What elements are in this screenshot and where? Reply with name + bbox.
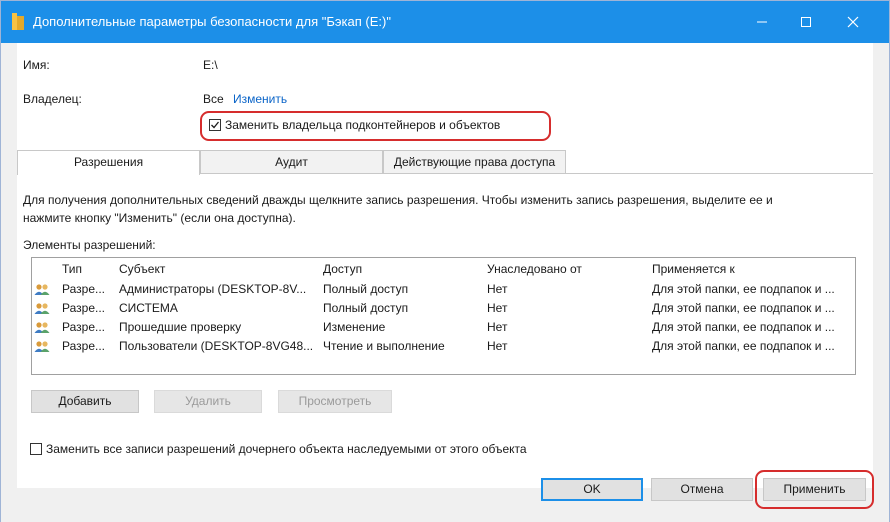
description-line-1: Для получения дополнительных сведений дв… (23, 193, 773, 207)
permission-entries-list[interactable]: Тип Субъект Доступ Унаследовано от Приме… (31, 257, 856, 375)
name-label: Имя: (23, 58, 50, 72)
change-owner-link[interactable]: Изменить (233, 92, 287, 106)
owner-value: Все (203, 92, 224, 106)
entries-label: Элементы разрешений: (23, 238, 156, 252)
close-icon (847, 16, 859, 28)
column-header-inherited[interactable]: Унаследовано от (487, 262, 582, 276)
cell-subject: СИСТЕМА (119, 301, 178, 315)
cell-inherited: Нет (487, 320, 508, 334)
cell-inherited: Нет (487, 282, 508, 296)
users-icon (34, 284, 50, 295)
tab-permissions[interactable]: Разрешения (17, 150, 200, 175)
cell-applies-to: Для этой папки, ее подпапок и ... (652, 339, 835, 353)
cell-access: Чтение и выполнение (323, 339, 445, 353)
name-value: E:\ (203, 58, 218, 72)
replace-owner-checkbox[interactable] (209, 119, 221, 131)
tab-audit[interactable]: Аудит (200, 150, 383, 174)
cell-inherited: Нет (487, 339, 508, 353)
checkmark-icon (211, 121, 219, 129)
ok-button[interactable]: OK (541, 478, 643, 501)
cell-type: Разре... (62, 301, 105, 315)
table-row[interactable]: Разре... Прошедшие проверку Изменение Не… (32, 318, 855, 337)
title-bar[interactable]: Дополнительные параметры безопасности дл… (1, 1, 889, 43)
cancel-button[interactable]: Отмена (651, 478, 753, 501)
replace-child-entries-checkbox[interactable] (30, 443, 42, 455)
advanced-security-window: Дополнительные параметры безопасности дл… (0, 0, 890, 522)
description-line-2: нажмите кнопку "Изменить" (если она дост… (23, 211, 296, 225)
minimize-button[interactable] (739, 1, 785, 43)
cell-type: Разре... (62, 282, 105, 296)
cell-type: Разре... (62, 339, 105, 353)
column-header-type[interactable]: Тип (62, 262, 82, 276)
users-icon (34, 322, 50, 333)
cell-applies-to: Для этой папки, ее подпапок и ... (652, 282, 835, 296)
maximize-button[interactable] (783, 1, 829, 43)
cell-applies-to: Для этой папки, ее подпапок и ... (652, 301, 835, 315)
replace-owner-label[interactable]: Заменить владельца подконтейнеров и объе… (225, 118, 500, 132)
column-header-applies-to[interactable]: Применяется к (652, 262, 735, 276)
tab-effective-access[interactable]: Действующие права доступа (383, 150, 566, 174)
folder-icon (12, 13, 24, 30)
close-button[interactable] (830, 1, 876, 43)
cell-subject: Администраторы (DESKTOP-8V... (119, 282, 307, 296)
owner-label: Владелец: (23, 92, 82, 106)
maximize-icon (801, 17, 811, 27)
cell-subject: Пользователи (DESKTOP-8VG48... (119, 339, 314, 353)
replace-child-entries-label[interactable]: Заменить все записи разрешений дочернего… (46, 442, 527, 456)
apply-highlight (755, 470, 874, 509)
cell-access: Изменение (323, 320, 386, 334)
table-row[interactable]: Разре... СИСТЕМА Полный доступ Нет Для э… (32, 299, 855, 318)
view-button[interactable]: Просмотреть (278, 390, 392, 413)
users-icon (34, 341, 50, 352)
table-row[interactable]: Разре... Администраторы (DESKTOP-8V... П… (32, 280, 855, 299)
add-button[interactable]: Добавить (31, 390, 139, 413)
cell-inherited: Нет (487, 301, 508, 315)
minimize-icon (757, 21, 767, 23)
window-title: Дополнительные параметры безопасности дл… (33, 14, 391, 29)
remove-button[interactable]: Удалить (154, 390, 262, 413)
cell-subject: Прошедшие проверку (119, 320, 242, 334)
column-header-subject[interactable]: Субъект (119, 262, 165, 276)
column-header-access[interactable]: Доступ (323, 262, 362, 276)
cell-applies-to: Для этой папки, ее подпапок и ... (652, 320, 835, 334)
cell-access: Полный доступ (323, 282, 409, 296)
users-icon (34, 303, 50, 314)
table-row[interactable]: Разре... Пользователи (DESKTOP-8VG48... … (32, 337, 855, 356)
cell-type: Разре... (62, 320, 105, 334)
cell-access: Полный доступ (323, 301, 409, 315)
